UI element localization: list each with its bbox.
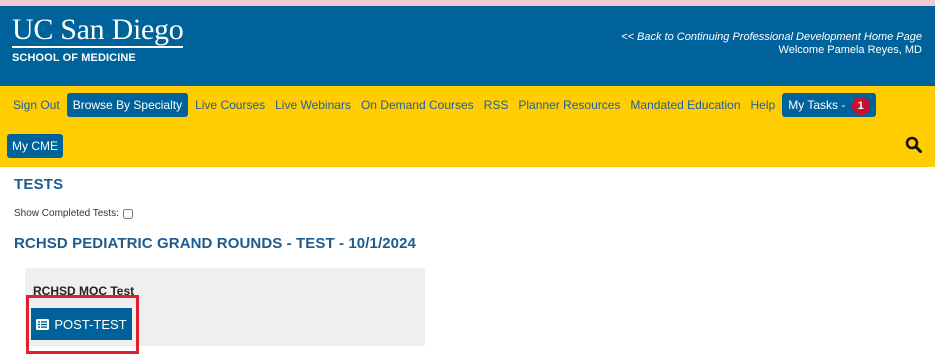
nav-row-2: My CME [7,134,63,158]
site-header: UC San Diego SCHOOL OF MEDICINE << Back … [0,6,935,86]
welcome-text: Welcome Pamela Reyes, MD [778,44,922,56]
show-completed-label: Show Completed Tests: [14,208,119,219]
list-icon [36,318,50,330]
back-to-home-link[interactable]: << Back to Continuing Professional Devel… [621,31,922,44]
course-title: RCHSD PEDIATRIC GRAND ROUNDS - TEST - 10… [14,235,416,252]
nav-my-cme[interactable]: My CME [7,134,63,158]
nav-browse-by-specialty[interactable]: Browse By Specialty [66,93,189,117]
header-right: << Back to Continuing Professional Devel… [621,31,922,57]
nav-sign-out[interactable]: Sign Out [8,93,65,117]
main-navbar: Sign Out Browse By Specialty Live Course… [0,86,935,167]
test-panel: RCHSD MOC Test POST-TEST [25,268,425,354]
nav-mandated-education[interactable]: Mandated Education [625,93,745,117]
show-completed-row: Show Completed Tests: [14,208,133,219]
post-test-label: POST-TEST [54,316,127,332]
nav-help[interactable]: Help [746,93,781,117]
page-title: TESTS [14,176,64,193]
my-tasks-label: My Tasks - [788,98,846,112]
nav-rss[interactable]: RSS [479,93,514,117]
tasks-count-badge: 1 [851,96,870,115]
search-icon[interactable] [905,136,923,154]
logo-subtitle: SCHOOL OF MEDICINE [12,52,136,64]
nav-row: Sign Out Browse By Specialty Live Course… [8,93,878,117]
nav-planner-resources[interactable]: Planner Resources [513,93,625,117]
nav-on-demand-courses[interactable]: On Demand Courses [356,93,479,117]
nav-my-tasks[interactable]: My Tasks - 1 [782,93,876,117]
ucsd-logo[interactable]: UC San Diego SCHOOL OF MEDICINE [12,13,184,64]
post-test-button[interactable]: POST-TEST [31,308,132,340]
nav-live-webinars[interactable]: Live Webinars [270,93,356,117]
show-completed-checkbox[interactable] [122,208,133,219]
nav-live-courses[interactable]: Live Courses [190,93,270,117]
logo-main-text: UC San Diego [12,13,184,48]
